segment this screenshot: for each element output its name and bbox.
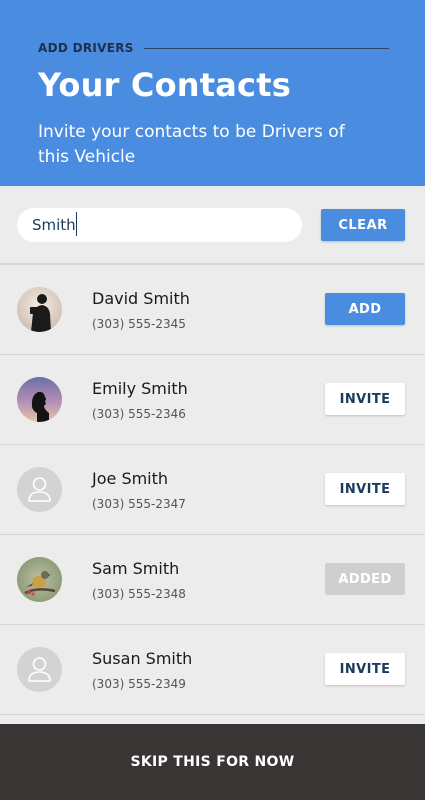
invite-button[interactable]: INVITE: [325, 473, 405, 505]
skip-button[interactable]: SKIP THIS FOR NOW: [0, 724, 425, 800]
bird-photo-icon: [17, 557, 62, 602]
contact-row: Emily Smith (303) 555-2346 INVITE: [0, 355, 425, 445]
contact-row: Susan Smith (303) 555-2349 INVITE: [0, 625, 425, 715]
contact-phone: (303) 555-2349: [92, 677, 186, 691]
eyebrow-row: ADD DRIVERS: [38, 41, 389, 55]
sunset-silhouette-icon: [17, 377, 62, 422]
contact-phone: (303) 555-2345: [92, 317, 186, 331]
default-person-icon: [17, 647, 62, 692]
contact-name: Susan Smith: [92, 649, 193, 668]
contact-name: Sam Smith: [92, 559, 180, 578]
avatar: [17, 467, 62, 512]
clear-button[interactable]: CLEAR: [321, 209, 405, 241]
contact-phone: (303) 555-2348: [92, 587, 186, 601]
add-button[interactable]: ADD: [325, 293, 405, 325]
photographer-silhouette-icon: [17, 287, 62, 332]
contact-name: Joe Smith: [92, 469, 169, 488]
contact-list: David Smith (303) 555-2345 ADD Emily Smi…: [0, 265, 425, 715]
invite-button[interactable]: INVITE: [325, 383, 405, 415]
contact-row: Joe Smith (303) 555-2347 INVITE: [0, 445, 425, 535]
contact-row: David Smith (303) 555-2345 ADD: [0, 265, 425, 355]
contact-name: Emily Smith: [92, 379, 188, 398]
contact-name: David Smith: [92, 289, 190, 308]
default-person-icon: [17, 467, 62, 512]
contact-phone: (303) 555-2346: [92, 407, 186, 421]
contact-row: Sam Smith (303) 555-2348 ADDED: [0, 535, 425, 625]
page-title: Your Contacts: [38, 66, 291, 104]
contact-phone: (303) 555-2347: [92, 497, 186, 511]
eyebrow-label: ADD DRIVERS: [38, 41, 134, 55]
search-input[interactable]: [17, 208, 302, 242]
added-button[interactable]: ADDED: [325, 563, 405, 595]
invite-button[interactable]: INVITE: [325, 653, 405, 685]
page-subtitle: Invite your contacts to be Drivers of th…: [38, 122, 345, 167]
avatar: [17, 287, 62, 332]
avatar: [17, 557, 62, 602]
text-caret: [76, 212, 77, 236]
avatar: [17, 377, 62, 422]
header: ADD DRIVERS Your Contacts Invite your co…: [0, 0, 425, 186]
eyebrow-divider: [143, 47, 389, 49]
avatar: [17, 647, 62, 692]
